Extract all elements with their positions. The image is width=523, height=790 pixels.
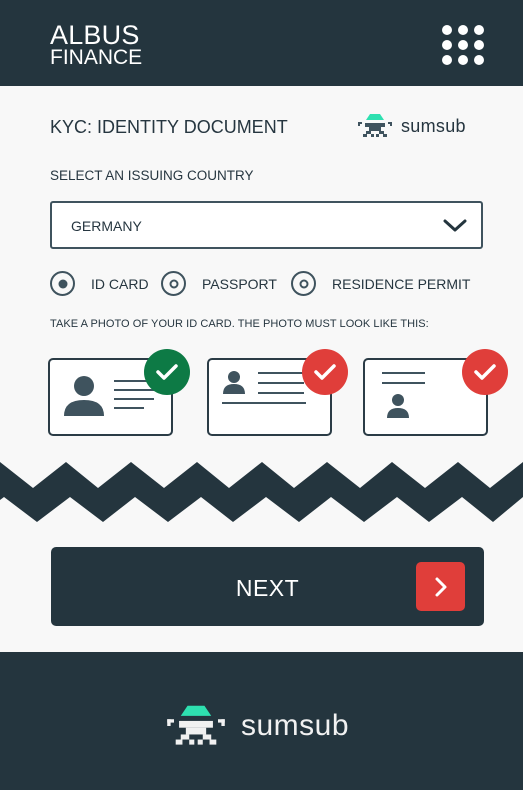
page-title: KYC: IDENTITY DOCUMENT (50, 117, 288, 137)
radio-label: ID CARD (91, 275, 149, 292)
radio-residence-permit[interactable]: RESIDENCE PERMIT (291, 271, 470, 296)
sumsub-mascot-icon (358, 114, 392, 137)
country-label: SELECT AN ISSUING COUNTRY (50, 168, 254, 183)
radio-circle (161, 271, 186, 296)
correct-badge (144, 349, 190, 395)
radio-label: PASSPORT (202, 275, 277, 292)
sumsub-logo-text: sumsub (401, 115, 466, 136)
grid-dot (474, 55, 484, 65)
sumsub-logo-large: sumsub (165, 704, 349, 748)
radio-id-card[interactable]: ID CARD (50, 271, 149, 296)
radio-unselected-dot (169, 279, 178, 288)
radio-label: RESIDENCE PERMIT (332, 275, 471, 292)
app-header: ALBUS FINANCE (0, 0, 523, 86)
grid-menu-button[interactable] (440, 24, 486, 66)
incorrect-badge (462, 349, 508, 395)
brand-subtitle: FINANCE (50, 46, 143, 69)
grid-dot (458, 40, 468, 50)
grid-dot (474, 40, 484, 50)
chevron-right-icon (435, 577, 446, 596)
sumsub-mascot-icon (167, 705, 225, 745)
check-icon (474, 364, 496, 380)
zigzag-divider (0, 462, 523, 522)
country-select[interactable]: GERMANY (50, 201, 483, 249)
grid-dot (458, 55, 468, 65)
radio-circle (291, 271, 316, 296)
brand-name: ALBUS (50, 20, 140, 50)
brand-logo: ALBUS FINANCE (50, 20, 143, 69)
next-button[interactable]: NEXT (51, 547, 484, 626)
document-type-radio-group: ID CARD PASSPORT RESIDENCE PERMIT (50, 271, 490, 297)
chevron-down-icon (443, 219, 467, 232)
app-footer: sumsub (0, 652, 523, 790)
grid-dots-icon (442, 25, 452, 35)
grid-dot (474, 25, 484, 35)
grid-dot (458, 25, 468, 35)
sumsub-logo-small: sumsub (357, 113, 466, 139)
check-icon (314, 364, 336, 380)
radio-circle (50, 271, 75, 296)
radio-passport[interactable]: PASSPORT (161, 271, 277, 296)
next-arrow-box (416, 562, 465, 611)
check-icon (156, 364, 178, 380)
radio-unselected-dot (299, 279, 308, 288)
grid-dot (442, 40, 452, 50)
incorrect-badge (302, 349, 348, 395)
radio-selected-dot (58, 279, 67, 288)
country-select-value: GERMANY (71, 218, 142, 234)
sumsub-logo-text: sumsub (241, 709, 350, 742)
grid-dot (442, 55, 452, 65)
photo-instruction: TAKE A PHOTO OF YOUR ID CARD. THE PHOTO … (50, 318, 429, 330)
